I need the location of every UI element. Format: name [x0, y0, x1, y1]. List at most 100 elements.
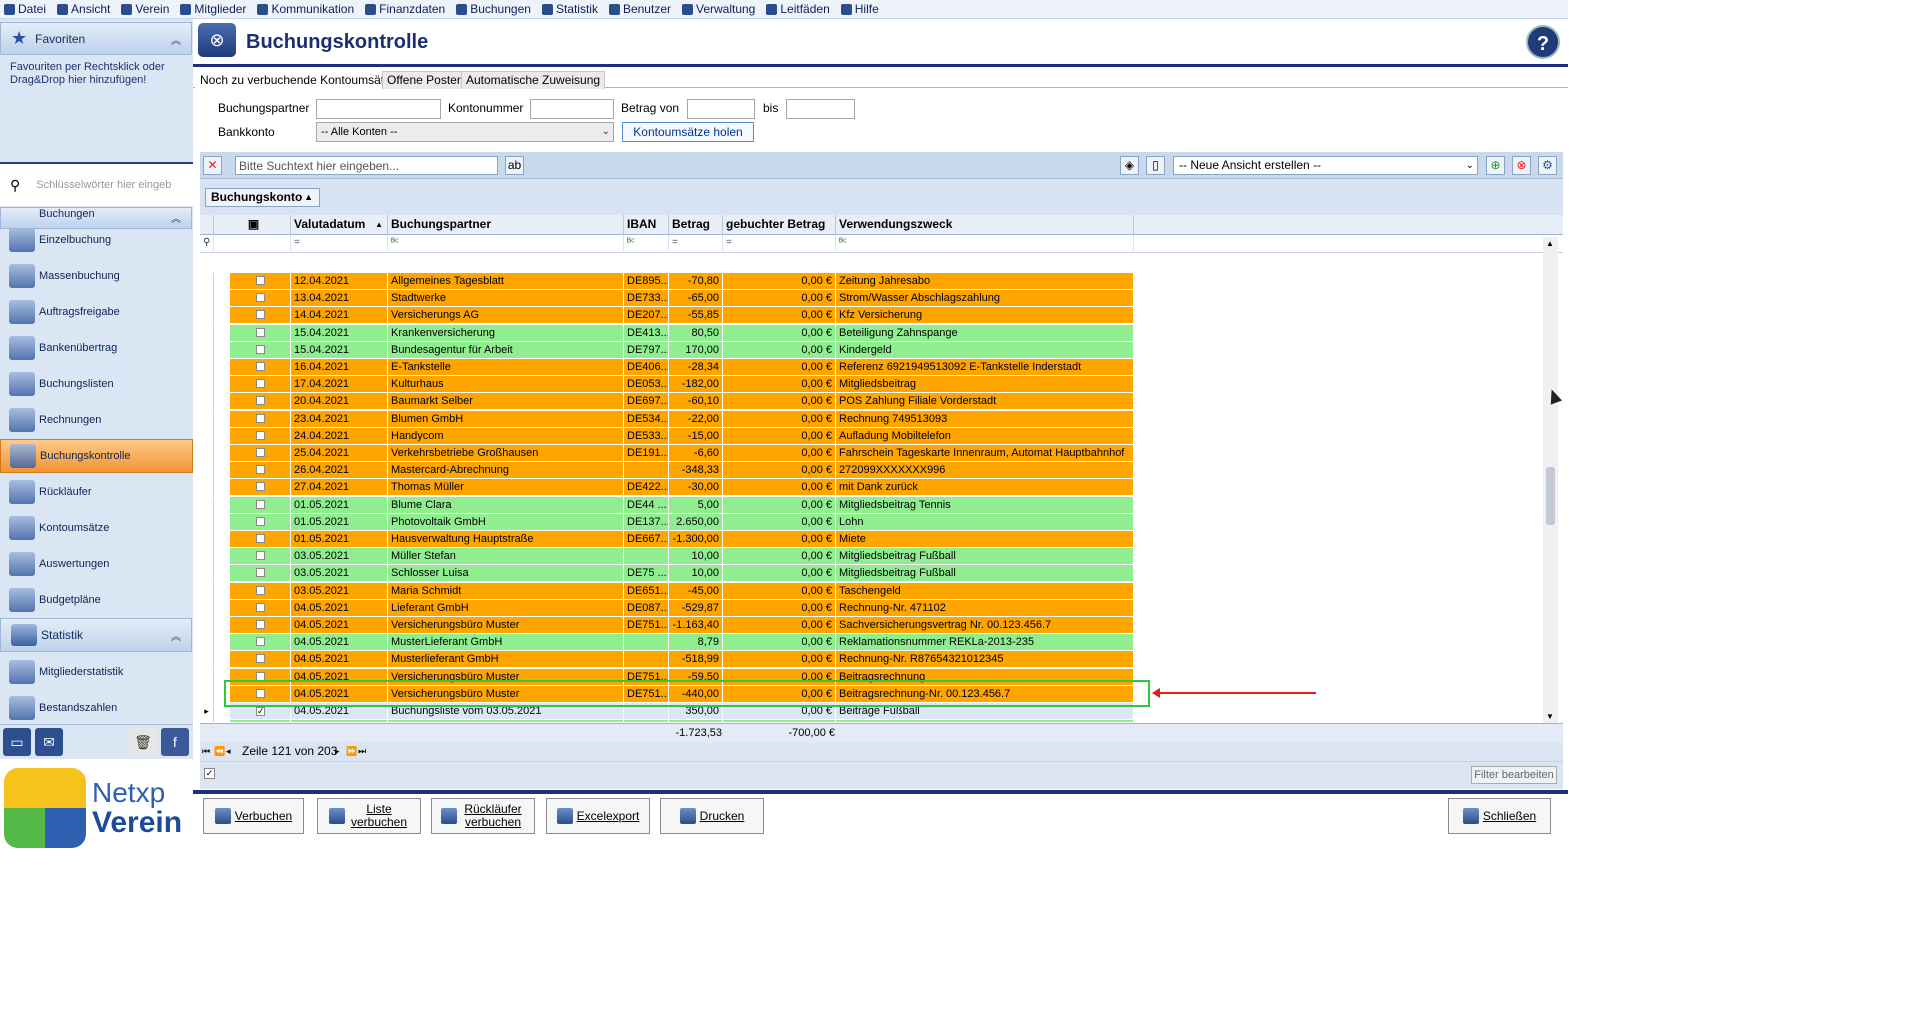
cell-p[interactable]: Blume Clara: [388, 496, 624, 514]
row-header[interactable]: [200, 685, 214, 703]
cell-d[interactable]: 04.05.2021: [291, 634, 388, 652]
cell-g[interactable]: 0,00 €: [723, 496, 836, 514]
row-checkbox-cell[interactable]: [230, 634, 291, 652]
row-checkbox-cell[interactable]: [230, 531, 291, 548]
sidebar-item-buchungslisten[interactable]: Buchungslisten: [0, 367, 193, 401]
table-row[interactable]: 04.05.2021 Lieferant GmbH DE087... -529,87 0…: [200, 599, 1540, 617]
cell-g[interactable]: 0,00 €: [723, 393, 836, 411]
current-row-indicator[interactable]: ▸: [200, 703, 214, 720]
cell-i[interactable]: DE733...: [624, 290, 669, 308]
table-row[interactable]: 04.05.2021 Musterlieferant GmbH -518,99 0,0…: [200, 651, 1540, 669]
row-checkbox[interactable]: [256, 448, 265, 457]
cell-p[interactable]: Stadtwerke: [388, 290, 624, 308]
filter-contains-icon[interactable]: ᴮᶜ: [388, 235, 624, 253]
cell-p[interactable]: Bundesagentur für Arbeit: [388, 341, 624, 359]
cell-i[interactable]: DE44 ...: [624, 720, 669, 722]
cell-d[interactable]: 04.05.2021: [291, 720, 388, 722]
cell-b[interactable]: -60,10: [669, 393, 723, 411]
collapse-icon[interactable]: ︽: [171, 628, 181, 643]
cell-d[interactable]: 01.05.2021: [291, 531, 388, 548]
row-checkbox[interactable]: [256, 499, 265, 509]
cell-b[interactable]: -1.300,00: [669, 531, 723, 548]
sidebar-item-bestandszahlen[interactable]: Bestandszahlen: [0, 691, 193, 725]
row-header[interactable]: [200, 393, 214, 411]
row-checkbox-cell[interactable]: [230, 617, 291, 634]
cell-v[interactable]: Mitgliedsbeitrag: [836, 376, 1134, 394]
cell-i[interactable]: DE651...: [624, 582, 669, 600]
next-record-icon[interactable]: ▸: [335, 743, 340, 760]
sidebar-item-auftragsfreigabe[interactable]: Auftragsfreigabe: [0, 295, 193, 329]
cell-d[interactable]: 25.04.2021: [291, 445, 388, 462]
row-checkbox-cell[interactable]: [230, 307, 291, 325]
cell-b[interactable]: 8,79: [669, 634, 723, 652]
row-checkbox[interactable]: [256, 379, 265, 389]
cell-g[interactable]: 0,00 €: [723, 376, 836, 394]
cell-b[interactable]: -28,34: [669, 359, 723, 376]
cell-i[interactable]: DE44 ...: [624, 496, 669, 514]
menu-leitfaeden[interactable]: Leitfäden: [766, 2, 830, 16]
table-row[interactable]: 15.04.2021 Krankenversicherung DE413... 80,…: [200, 324, 1540, 342]
row-checkbox-cell[interactable]: [230, 462, 291, 480]
row-checkbox[interactable]: [256, 362, 265, 371]
cell-v[interactable]: Miete: [836, 531, 1134, 548]
partner-input[interactable]: [316, 99, 441, 119]
tab-automatische-zuweisung[interactable]: Automatische Zuweisung: [461, 71, 606, 89]
tab-offene-posten[interactable]: Offene Posten: [382, 71, 469, 89]
row-header[interactable]: [200, 324, 214, 342]
col-valutadatum[interactable]: Valutadatum ▲: [291, 215, 388, 235]
cell-g[interactable]: 0,00 €: [723, 720, 836, 722]
cell-g[interactable]: 0,00 €: [723, 273, 836, 290]
add-view-icon[interactable]: ⊕: [1486, 156, 1505, 175]
cell-p[interactable]: Forster Mila: [388, 720, 624, 722]
cell-g[interactable]: 0,00 €: [723, 307, 836, 325]
table-row[interactable]: 04.05.2021 MusterLieferant GmbH 8,79 0,00 €…: [200, 634, 1540, 652]
table-row[interactable]: 01.05.2021 Hausverwaltung Hauptstraße DE66…: [200, 531, 1540, 548]
cell-g[interactable]: 0,00 €: [723, 427, 836, 445]
cell-v[interactable]: Mitgliedsbeitrag Fußball: [836, 548, 1134, 566]
cell-g[interactable]: 0,00 €: [723, 359, 836, 376]
row-header[interactable]: [200, 290, 214, 308]
cell-d[interactable]: 03.05.2021: [291, 565, 388, 583]
sidebar-search[interactable]: ⚲ Schlüsselwörter hier eingeb: [0, 162, 193, 206]
row-header[interactable]: [200, 376, 214, 394]
row-checkbox[interactable]: [256, 276, 265, 285]
cell-g[interactable]: 0,00 €: [723, 651, 836, 669]
cell-b[interactable]: -55,85: [669, 307, 723, 325]
table-row[interactable]: 01.05.2021 Photovoltaik GmbH DE137... 2.650…: [200, 513, 1540, 531]
table-row[interactable]: 27.04.2021 Thomas Müller DE422... -30,00 0,0…: [200, 479, 1540, 497]
favorites-header[interactable]: ★ Favoriten ︽: [0, 22, 192, 55]
col-betrag[interactable]: Betrag: [669, 215, 723, 235]
row-checkbox[interactable]: [256, 482, 265, 492]
cell-v[interactable]: Kindergeld: [836, 341, 1134, 359]
table-row[interactable]: 03.05.2021 Müller Stefan 10,00 0,00 € Mitgli…: [200, 548, 1540, 566]
sidebar-item-einzelbuchung[interactable]: Einzelbuchung: [0, 223, 193, 257]
help-button[interactable]: ?: [1526, 25, 1560, 59]
row-checkbox[interactable]: [256, 396, 265, 406]
scroll-up-icon[interactable]: ▲: [1546, 239, 1554, 248]
row-checkbox-cell[interactable]: [230, 324, 291, 342]
bankkonto-select[interactable]: -- Alle Konten -- ⌄: [316, 122, 614, 142]
cell-d[interactable]: 03.05.2021: [291, 582, 388, 600]
cell-v[interactable]: Reklamationsnummer REKLa-2013-235: [836, 634, 1134, 652]
menu-kommunikation[interactable]: Kommunikation: [257, 2, 354, 16]
cell-d[interactable]: 17.04.2021: [291, 376, 388, 394]
col-buchungspartner[interactable]: Buchungspartner: [388, 215, 624, 235]
cell-d[interactable]: 04.05.2021: [291, 617, 388, 634]
cell-p[interactable]: Photovoltaik GmbH: [388, 513, 624, 531]
cell-b[interactable]: 10,00: [669, 565, 723, 583]
prev-record-icon[interactable]: ◂: [226, 743, 231, 760]
cell-i[interactable]: DE207...: [624, 307, 669, 325]
row-checkbox[interactable]: [256, 568, 265, 578]
cell-b[interactable]: -65,00: [669, 290, 723, 308]
cell-b[interactable]: -22,00: [669, 410, 723, 428]
row-checkbox-cell[interactable]: [230, 290, 291, 308]
cell-i[interactable]: DE534...: [624, 410, 669, 428]
group-by-chip[interactable]: Buchungskonto ▲: [205, 188, 320, 207]
row-checkbox[interactable]: [256, 654, 265, 664]
cell-i[interactable]: DE751...: [624, 617, 669, 634]
cell-d[interactable]: 15.04.2021: [291, 341, 388, 359]
row-checkbox[interactable]: [256, 620, 265, 629]
sidebar-item-massenbuchung[interactable]: Massenbuchung: [0, 259, 193, 293]
cell-v[interactable]: Mitgliedsbeitrag Fußball: [836, 720, 1134, 722]
row-checkbox[interactable]: [256, 310, 265, 320]
